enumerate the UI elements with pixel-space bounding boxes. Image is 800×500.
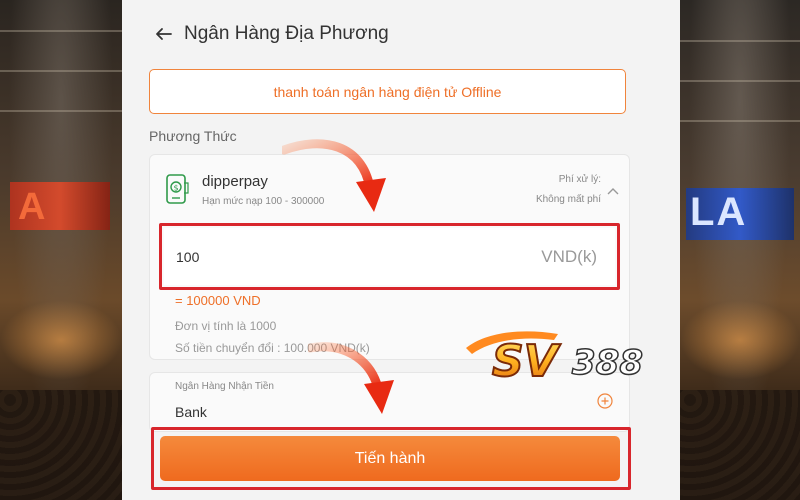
- bank-label: Ngân Hàng Nhận Tiền: [175, 381, 274, 392]
- background-right-stadium: LA: [680, 0, 800, 500]
- page-title: Ngân Hàng Địa Phương: [184, 23, 389, 44]
- offline-payment-label: thanh toán ngân hàng điện tử Offline: [273, 83, 502, 100]
- fee-value: Không mất phí: [535, 194, 601, 205]
- sv388-logo: SV 388: [466, 331, 644, 388]
- unit-note: Đơn vị tính là 1000: [175, 319, 277, 333]
- amount-unit: VND(k): [541, 246, 597, 266]
- method-section-label: Phương Thức: [149, 128, 237, 144]
- plus-circle-icon[interactable]: [597, 393, 613, 409]
- svg-text:SV: SV: [492, 336, 561, 387]
- proceed-button[interactable]: Tiến hành: [160, 436, 620, 481]
- deposit-panel: Ngân Hàng Địa Phương thanh toán ngân hàn…: [122, 0, 680, 500]
- arrow-to-proceed-icon: [308, 342, 394, 414]
- money-phone-icon: $: [164, 173, 190, 205]
- arrow-to-amount-icon: [282, 139, 386, 212]
- chevron-up-icon[interactable]: [607, 183, 619, 195]
- bank-value: Bank: [175, 404, 207, 420]
- payment-method-name: dipperpay: [202, 173, 268, 190]
- converted-amount: = 100000 VND: [175, 293, 261, 308]
- fee-label: Phí xử lý:: [558, 174, 601, 185]
- amount-input[interactable]: 100 VND(k): [164, 228, 615, 285]
- offline-payment-tab[interactable]: thanh toán ngân hàng điện tử Offline: [149, 69, 626, 114]
- svg-text:388: 388: [572, 343, 643, 383]
- background-left-stadium: A: [0, 0, 122, 500]
- header: Ngân Hàng Địa Phương: [152, 20, 389, 48]
- arrow-left-icon[interactable]: [152, 23, 174, 45]
- svg-text:$: $: [173, 184, 178, 193]
- amount-value: 100: [176, 248, 200, 265]
